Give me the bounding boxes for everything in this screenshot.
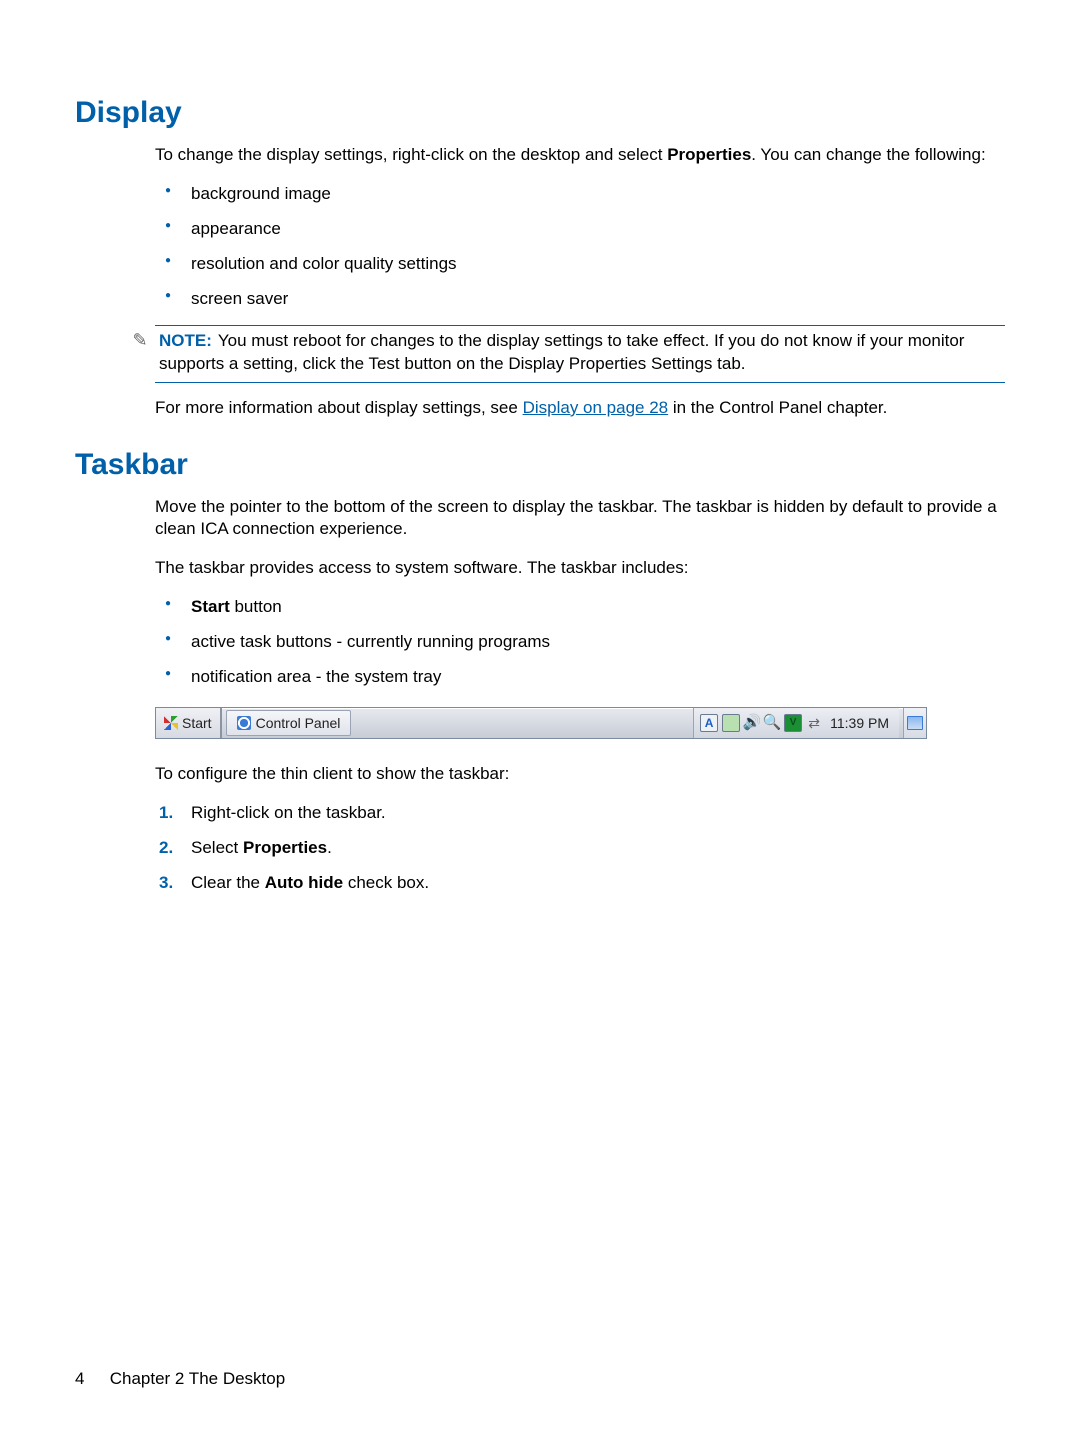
start-label: Start [182,714,212,733]
text: For more information about display setti… [155,398,523,417]
taskbar-intro: Move the pointer to the bottom of the sc… [155,496,1005,542]
display-bullets: background image appearance resolution a… [155,183,1005,311]
vmware-icon[interactable]: V [784,714,802,732]
configure-intro: To configure the thin client to show the… [155,763,1005,786]
page-footer: 4 Chapter 2 The Desktop [75,1369,285,1389]
desktop-icon [907,716,923,730]
note-text: You must reboot for changes to the displ… [159,331,964,373]
bold-properties: Properties [667,145,751,164]
list-item: background image [155,183,1005,206]
list-item: appearance [155,218,1005,241]
text: in the Control Panel chapter. [668,398,887,417]
list-item: screen saver [155,288,1005,311]
windows-flag-icon [164,716,178,730]
link-display-page-28[interactable]: Display on page 28 [523,398,669,417]
task-button-control-panel[interactable]: Control Panel [226,710,352,736]
text: To change the display settings, right-cl… [155,145,667,164]
note-icon: ✎ [129,330,151,352]
text: . [327,838,332,857]
show-desktop-button[interactable] [903,708,926,738]
ime-icon[interactable]: A [700,714,718,732]
start-button[interactable]: Start [156,708,222,738]
text: check box. [343,873,429,892]
magnifier-icon[interactable]: 🔍 [764,715,780,731]
heading-display: Display [75,96,1005,130]
text: Select [191,838,243,857]
note-label: NOTE: [159,331,212,350]
taskbar-screenshot: Start Control Panel A 🔊 🔍 V ⇄ 11:39 PM [155,707,1005,739]
network-icon[interactable]: ⇄ [806,715,822,731]
text: active task buttons - currently running … [191,632,550,651]
bold: Properties [243,838,327,857]
notification-area: A 🔊 🔍 V ⇄ 11:39 PM [693,708,899,738]
list-item: notification area - the system tray [155,666,1005,689]
text: Right-click on the taskbar. [191,803,386,822]
display-moreinfo: For more information about display setti… [155,397,1005,420]
list-item: Start button [155,596,1005,619]
text: . You can change the following: [751,145,985,164]
volume-icon[interactable]: 🔊 [744,715,760,731]
task-label: Control Panel [256,714,341,733]
bold: Auto hide [265,873,343,892]
list-item: resolution and color quality settings [155,253,1005,276]
note-box: ✎ NOTE:You must reboot for changes to th… [155,325,1005,383]
configure-steps: Right-click on the taskbar. Select Prope… [155,802,1005,895]
tray-icon[interactable] [722,714,740,732]
chapter-label: Chapter 2 The Desktop [110,1369,285,1388]
taskbar-access: The taskbar provides access to system so… [155,557,1005,580]
text: button [230,597,282,616]
bold: Start [191,597,230,616]
heading-taskbar: Taskbar [75,448,1005,482]
taskbar-bullets: Start button active task buttons - curre… [155,596,1005,689]
list-item: active task buttons - currently running … [155,631,1005,654]
page-number: 4 [75,1369,105,1389]
display-intro: To change the display settings, right-cl… [155,144,1005,167]
step-item: Right-click on the taskbar. [155,802,1005,825]
clock[interactable]: 11:39 PM [826,714,893,733]
step-item: Select Properties. [155,837,1005,860]
step-item: Clear the Auto hide check box. [155,872,1005,895]
control-panel-icon [237,716,251,730]
text: notification area - the system tray [191,667,441,686]
text: Clear the [191,873,265,892]
